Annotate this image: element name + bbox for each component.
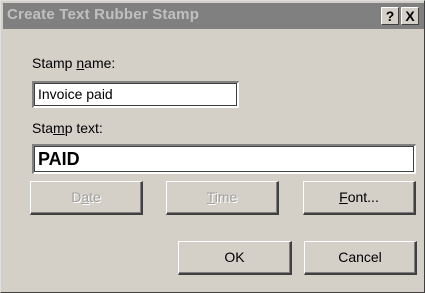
stamp-name-label: Stamp name:	[32, 55, 116, 71]
close-button[interactable]: X	[401, 7, 419, 25]
create-text-rubber-stamp-dialog: Create Text Rubber Stamp ? X Stamp name:…	[0, 0, 425, 293]
ok-button[interactable]: OK	[178, 241, 292, 275]
dialog-title: Create Text Rubber Stamp	[7, 6, 200, 23]
stamp-text-field[interactable]: PAID	[32, 144, 416, 174]
font-button[interactable]: Font...	[303, 181, 416, 215]
stamp-text-label: Stamp text:	[32, 120, 103, 136]
title-bar[interactable]: Create Text Rubber Stamp ? X	[3, 3, 424, 29]
date-button[interactable]: Date	[30, 181, 143, 215]
stamp-name-field[interactable]: Invoice paid	[32, 81, 239, 108]
help-button[interactable]: ?	[381, 7, 399, 25]
time-button[interactable]: Time	[166, 181, 279, 215]
cancel-button[interactable]: Cancel	[304, 241, 417, 275]
